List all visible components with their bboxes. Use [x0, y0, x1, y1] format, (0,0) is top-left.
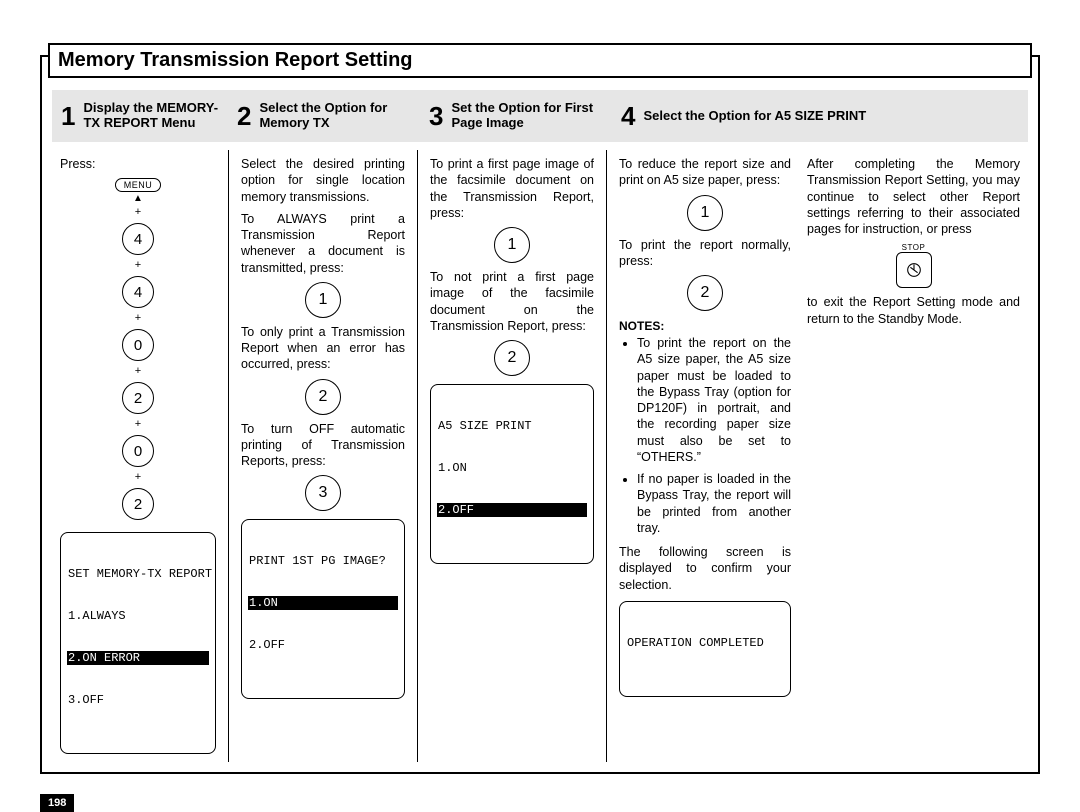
note-item: If no paper is loaded in the Bypass Tray… — [637, 471, 791, 536]
col3-p1: To print a first page image of the facsi… — [430, 156, 594, 221]
lcd-line: 1.ON — [437, 461, 587, 475]
plus-icon: + — [135, 207, 141, 218]
col2: Select the desired printing option for s… — [233, 150, 413, 762]
key-2: 2 — [122, 382, 154, 414]
col2-p1: Select the desired printing option for s… — [241, 156, 405, 205]
col5-p2: to exit the Report Setting mode and retu… — [807, 294, 1020, 327]
body-columns: Press: MENU ▲ + 4 + 4 + 0 + 2 + 0 + 2 SE… — [52, 150, 1028, 762]
step1-header: 1 Display the MEMORY-TX REPORT Menu — [52, 90, 228, 142]
page-number: 198 — [40, 794, 74, 812]
lcd-line: A5 SIZE PRINT — [437, 419, 587, 433]
plus-icon: + — [135, 472, 141, 483]
section-title: Memory Transmission Report Setting — [58, 49, 1022, 72]
lcd-selected-line: 1.ON — [248, 596, 398, 610]
lcd-line: PRINT 1ST PG IMAGE? — [248, 554, 398, 568]
divider — [228, 150, 229, 762]
key-1: 1 — [494, 227, 530, 263]
divider — [606, 150, 607, 762]
step1-number: 1 — [61, 103, 75, 129]
plus-icon: + — [135, 313, 141, 324]
divider — [417, 150, 418, 762]
key-1: 1 — [305, 282, 341, 318]
col4: To reduce the report size and print on A… — [611, 150, 799, 762]
key-4: 4 — [122, 276, 154, 308]
col2-p3: To only print a Transmission Report when… — [241, 324, 405, 373]
lcd-operation-completed: OPERATION COMPLETED — [619, 601, 791, 697]
col2-p4: To turn OFF automatic printing of Transm… — [241, 421, 405, 470]
key-0: 0 — [122, 435, 154, 467]
step3-header: 3 Set the Option for First Page Image — [420, 90, 612, 142]
step4-header: 4 Select the Option for A5 SIZE PRINT — [612, 90, 1028, 142]
note-item: To print the report on the A5 size paper… — [637, 335, 791, 465]
lcd-line: OPERATION COMPLETED — [626, 636, 784, 650]
step3-number: 3 — [429, 103, 443, 129]
col3-p2: To not print a first page image of the f… — [430, 269, 594, 334]
notes-heading: NOTES: — [619, 319, 791, 333]
col1-press-label: Press: — [60, 156, 216, 172]
col1: Press: MENU ▲ + 4 + 4 + 0 + 2 + 0 + 2 SE… — [52, 150, 224, 762]
section-title-bar: Memory Transmission Report Setting — [48, 43, 1032, 78]
col4-p2: To print the report normally, press: — [619, 237, 791, 270]
step4-number: 4 — [621, 103, 635, 129]
key-3: 3 — [305, 475, 341, 511]
col3: To print a first page image of the facsi… — [422, 150, 602, 762]
key-0: 0 — [122, 329, 154, 361]
step3-title: Set the Option for First Page Image — [451, 101, 603, 131]
step1-title: Display the MEMORY-TX REPORT Menu — [83, 101, 219, 131]
lcd-line: 3.OFF — [67, 693, 209, 707]
col4-p3: The following screen is displayed to con… — [619, 544, 791, 593]
col5-p1: After completing the Memory Transmission… — [807, 156, 1020, 237]
stop-icon — [896, 252, 932, 288]
manual-page: Memory Transmission Report Setting 1 Dis… — [40, 55, 1040, 774]
lcd-line: 2.OFF — [248, 638, 398, 652]
lcd-selected-line: 2.OFF — [437, 503, 587, 517]
plus-icon: + — [135, 366, 141, 377]
step2-number: 2 — [237, 103, 251, 129]
lcd-memory-tx-report: SET MEMORY-TX REPORT 1.ALWAYS 2.ON ERROR… — [60, 532, 216, 754]
col5: After completing the Memory Transmission… — [799, 150, 1028, 762]
lcd-first-page-image: PRINT 1ST PG IMAGE? 1.ON 2.OFF — [241, 519, 405, 699]
plus-icon: + — [135, 260, 141, 271]
step4-title: Select the Option for A5 SIZE PRINT — [643, 109, 866, 124]
step-headers: 1 Display the MEMORY-TX REPORT Menu 2 Se… — [52, 90, 1028, 142]
col4-p1: To reduce the report size and print on A… — [619, 156, 791, 189]
lcd-selected-line: 2.ON ERROR — [67, 651, 209, 665]
key-2: 2 — [305, 379, 341, 415]
lcd-a5-size-print: A5 SIZE PRINT 1.ON 2.OFF — [430, 384, 594, 564]
notes-list: To print the report on the A5 size paper… — [619, 335, 791, 536]
plus-icon: + — [135, 419, 141, 430]
key-2: 2 — [687, 275, 723, 311]
key-2: 2 — [122, 488, 154, 520]
stop-button-icon: STOP — [890, 243, 938, 288]
up-arrow-icon: ▲ — [133, 194, 143, 204]
col2-p2: To ALWAYS print a Transmission Report wh… — [241, 211, 405, 276]
lcd-line: 1.ALWAYS — [67, 609, 209, 623]
step2-title: Select the Option for Memory TX — [259, 101, 411, 131]
stop-label: STOP — [902, 243, 926, 252]
key-4: 4 — [122, 223, 154, 255]
key-sequence: MENU ▲ + 4 + 4 + 0 + 2 + 0 + 2 — [108, 178, 168, 522]
page-number-container: 198 — [40, 794, 1080, 812]
step2-header: 2 Select the Option for Memory TX — [228, 90, 420, 142]
key-1: 1 — [687, 195, 723, 231]
key-2: 2 — [494, 340, 530, 376]
menu-button-icon: MENU — [115, 178, 162, 192]
lcd-line: SET MEMORY-TX REPORT — [67, 567, 209, 581]
